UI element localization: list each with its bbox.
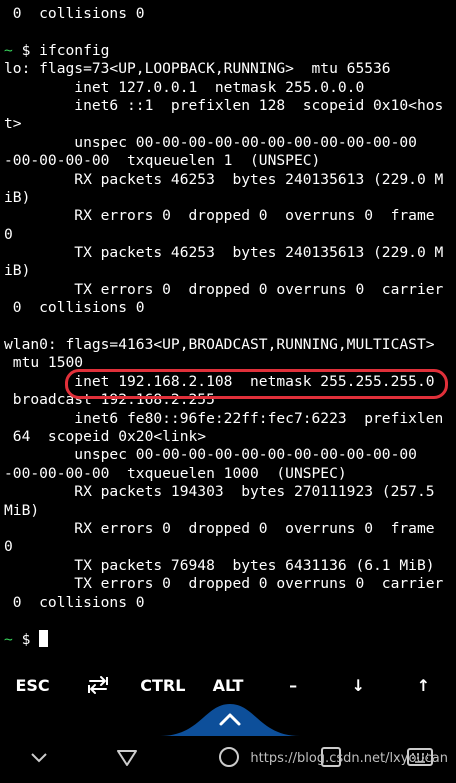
terminal-line: MiB) [4, 501, 40, 519]
terminal-line: -00-00-00-00 txqueuelen 1000 (UNSPEC) [4, 464, 347, 482]
extra-keys-bar: ESC CTRL ALT – ↓ ↑ [0, 664, 456, 706]
prompt-line[interactable]: ~ $ [4, 630, 456, 648]
terminal-line: lo: flags=73<UP,LOOPBACK,RUNNING> mtu 65… [4, 60, 391, 78]
terminal-line: RX packets 194303 bytes 270111923 (257.5 [4, 483, 435, 501]
watermark: https://blog.csdn.net/lxyoucan [250, 751, 448, 766]
terminal-line: 0 [4, 538, 13, 556]
terminal-line: t> [4, 115, 22, 133]
terminal-line: inet6 fe80::96fe:22ff:fec7:6223 prefixle… [4, 409, 444, 427]
terminal-line: 0 collisions 0 [4, 593, 145, 611]
chevron-down-icon[interactable] [28, 744, 50, 770]
terminal-line: TX packets 46253 bytes 240135613 (229.0 … [4, 244, 444, 262]
text-cursor [39, 630, 49, 648]
terminal-line: ~ $ ifconfig [4, 42, 456, 60]
tab-arrows-icon [87, 676, 108, 695]
prompt-tilde: ~ [4, 41, 13, 59]
terminal-line: 64 scopeid 0x20<link> [4, 427, 207, 445]
alt-key[interactable]: ALT [195, 676, 260, 695]
terminal-line: TX packets 76948 bytes 6431136 (6.1 MiB) [4, 556, 435, 574]
terminal-line: 0 [4, 225, 13, 243]
terminal-line: TX errors 0 dropped 0 overruns 0 carrier [4, 280, 444, 298]
terminal-line: RX errors 0 dropped 0 overruns 0 frame [4, 207, 435, 225]
terminal-line: RX packets 46253 bytes 240135613 (229.0 … [4, 170, 444, 188]
dash-key[interactable]: – [261, 676, 326, 695]
terminal-line: RX errors 0 dropped 0 overruns 0 frame [4, 519, 435, 537]
tab-key[interactable] [65, 675, 130, 696]
back-triangle-icon[interactable] [114, 744, 140, 770]
home-circle-icon[interactable] [216, 744, 242, 770]
terminal-line: inet 127.0.0.1 netmask 255.0.0.0 [4, 78, 365, 96]
down-arrow-key[interactable]: ↓ [326, 676, 391, 695]
terminal-line: unspec 00-00-00-00-00-00-00-00-00-00-00 [4, 446, 417, 464]
prompt-symbol: $ [12, 631, 40, 649]
terminal-line: iB) [4, 188, 31, 206]
terminal-line: wlan0: flags=4163<UP,BROADCAST,RUNNING,M… [4, 336, 435, 354]
terminal-line: -00-00-00-00 txqueuelen 1 (UNSPEC) [4, 152, 321, 170]
drawer-toggle[interactable] [160, 702, 300, 736]
terminal-line: 0 collisions 0 [4, 5, 145, 22]
highlight-annotation [65, 369, 448, 399]
terminal-line: unspec 00-00-00-00-00-00-00-00-00-00-00 [4, 133, 417, 151]
up-arrow-key[interactable]: ↑ [391, 676, 456, 695]
prompt-tilde: ~ [4, 631, 13, 649]
terminal-line: iB) [4, 262, 31, 280]
command-text: $ ifconfig [12, 41, 110, 59]
ctrl-key[interactable]: CTRL [130, 676, 195, 695]
terminal-line: TX errors 0 dropped 0 overruns 0 carrier [4, 575, 444, 593]
terminal-line: inet6 ::1 prefixlen 128 scopeid 0x10<hos [4, 96, 444, 114]
terminal-line: 0 collisions 0 [4, 299, 145, 317]
esc-key[interactable]: ESC [0, 676, 65, 695]
terminal-output[interactable]: 0 collisions 0 ~ $ ifconfig lo: flags=73<U… [0, 0, 456, 660]
